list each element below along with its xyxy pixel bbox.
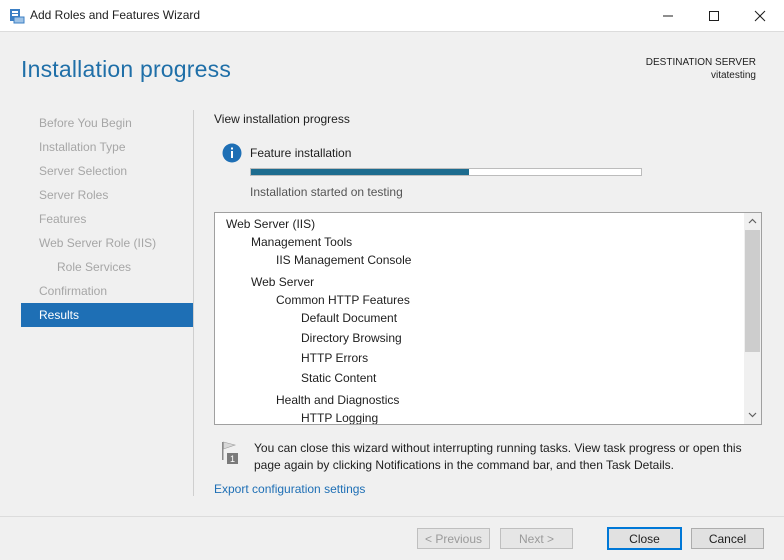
wizard-footer: < Previous Next > Close Cancel bbox=[0, 516, 784, 560]
main-panel: View installation progress Feature insta… bbox=[214, 97, 764, 516]
close-wizard-note: You can close this wizard without interr… bbox=[254, 441, 742, 472]
results-tree[interactable]: Web Server (IIS) Management Tools IIS Mana… bbox=[214, 212, 762, 425]
next-button[interactable]: Next > bbox=[500, 528, 573, 549]
maximize-button[interactable] bbox=[691, 0, 737, 31]
view-progress-label: View installation progress bbox=[214, 112, 350, 126]
tree-item: Default Document bbox=[301, 311, 398, 325]
nav-item-before-you-begin: Before You Begin bbox=[39, 116, 132, 130]
scroll-down-icon[interactable] bbox=[748, 410, 757, 419]
destination-server-name: vitatesting bbox=[710, 70, 756, 81]
close-button[interactable]: Close bbox=[607, 527, 682, 550]
scrollbar-thumb[interactable] bbox=[745, 230, 760, 352]
installation-progress-bar bbox=[250, 168, 642, 176]
tree-item: HTTP Logging bbox=[301, 411, 379, 425]
close-icon bbox=[754, 10, 766, 22]
previous-button[interactable]: < Previous bbox=[417, 528, 490, 549]
nav-item-server-selection: Server Selection bbox=[39, 164, 128, 178]
tree-item: Directory Browsing bbox=[301, 331, 402, 345]
title-bar: Add Roles and Features Wizard bbox=[0, 0, 784, 32]
destination-server-label: DESTINATION SERVER bbox=[645, 57, 756, 68]
maximize-icon bbox=[709, 11, 719, 21]
close-window-button[interactable] bbox=[737, 0, 783, 31]
server-manager-icon bbox=[10, 9, 25, 24]
feature-installation-label: Feature installation bbox=[250, 146, 352, 160]
vertical-scrollbar[interactable] bbox=[744, 213, 761, 424]
nav-item-server-roles: Server Roles bbox=[39, 188, 109, 202]
tree-item: HTTP Errors bbox=[301, 351, 369, 365]
tree-item: Health and Diagnostics bbox=[276, 393, 400, 407]
tree-item: Common HTTP Features bbox=[276, 293, 410, 307]
page-title: Installation progress bbox=[21, 56, 232, 82]
notification-flag-icon: 1 bbox=[222, 441, 238, 464]
export-configuration-link[interactable]: Export configuration settings bbox=[214, 482, 365, 496]
minimize-button[interactable] bbox=[645, 0, 691, 31]
nav-item-installation-type: Installation Type bbox=[39, 140, 126, 154]
cancel-button[interactable]: Cancel bbox=[691, 528, 764, 549]
info-icon bbox=[222, 143, 242, 163]
wizard-nav: Before You Begin Installation Type Serve… bbox=[21, 111, 193, 327]
tree-item: Web Server (IIS) bbox=[226, 217, 316, 231]
scroll-up-icon[interactable] bbox=[748, 217, 757, 226]
wizard-header: Installation progress DESTINATION SERVER… bbox=[0, 32, 784, 97]
wizard-content: Before You Begin Installation Type Serve… bbox=[0, 97, 784, 516]
nav-item-role-services: Role Services bbox=[57, 260, 132, 274]
tree-item: Static Content bbox=[301, 371, 377, 385]
nav-item-results[interactable]: Results bbox=[21, 303, 193, 327]
progress-fill bbox=[251, 169, 470, 175]
nav-item-features: Features bbox=[39, 212, 87, 226]
installation-status-text: Installation started on testing bbox=[250, 185, 403, 199]
minimize-icon bbox=[663, 15, 673, 17]
nav-item-web-server-role: Web Server Role (IIS) bbox=[39, 236, 157, 250]
nav-item-confirmation: Confirmation bbox=[39, 284, 108, 298]
nav-divider bbox=[193, 110, 194, 496]
tree-item: IIS Management Console bbox=[276, 253, 412, 267]
svg-text:1: 1 bbox=[230, 454, 235, 464]
tree-item: Management Tools bbox=[251, 235, 353, 249]
tree-item: Web Server bbox=[251, 275, 315, 289]
window-title: Add Roles and Features Wizard bbox=[30, 8, 201, 22]
